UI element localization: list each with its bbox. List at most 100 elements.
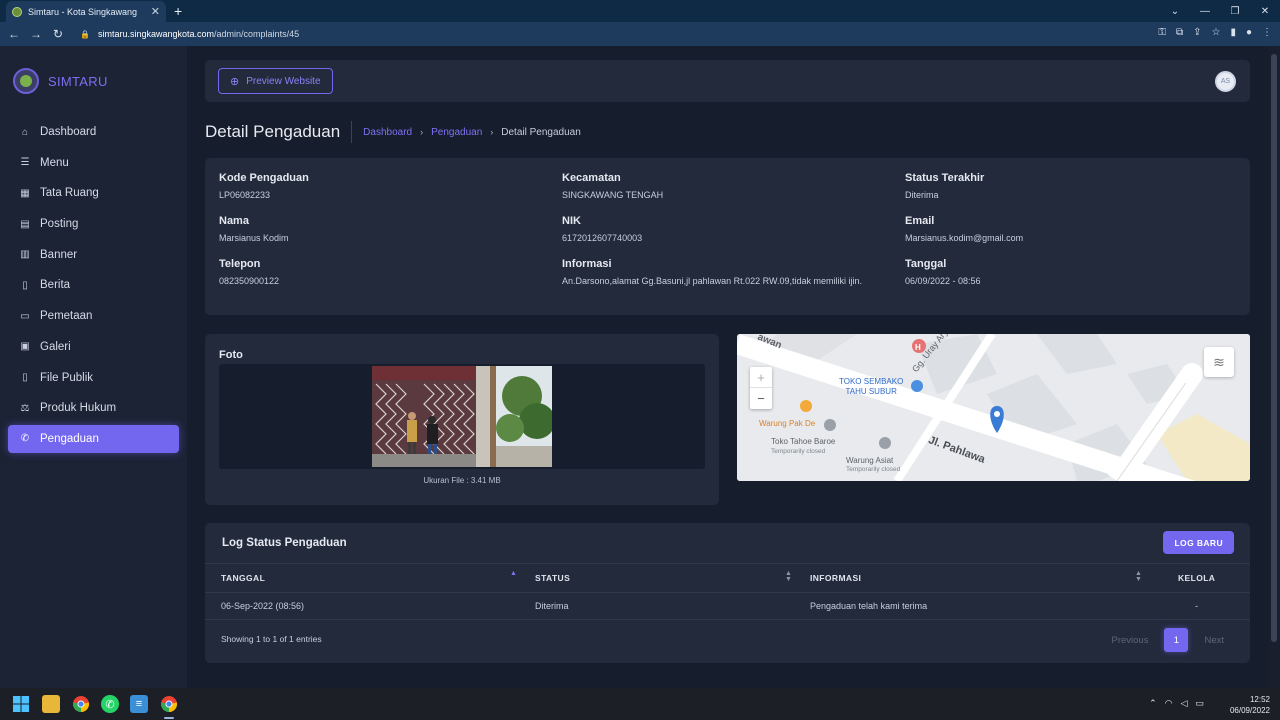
- zoom-in-button[interactable]: +: [750, 367, 772, 388]
- table-info: Showing 1 to 1 of 1 entries: [221, 634, 322, 644]
- page-title: Detail Pengaduan: [205, 121, 353, 143]
- sidebar-item-file-publik[interactable]: ▯ File Publik: [8, 364, 179, 392]
- breadcrumb-pengaduan[interactable]: Pengaduan: [431, 127, 482, 138]
- location-map[interactable]: H awan TOKO SEMBAKO TAHU SUBUR Gg. Uray A…: [737, 334, 1250, 481]
- sidebar-item-menu[interactable]: ☰ Menu: [8, 149, 179, 177]
- battery-icon[interactable]: ▭: [1195, 698, 1204, 709]
- minimize-icon[interactable]: —: [1190, 6, 1220, 17]
- field-value: 6172012607740003: [562, 233, 643, 243]
- sidebar-item-tata-ruang[interactable]: ▦ Tata Ruang: [8, 179, 179, 207]
- sidepanel-icon[interactable]: ▮: [1230, 27, 1236, 38]
- sidebar-item-pemetaan[interactable]: ▭ Pemetaan: [8, 302, 179, 330]
- sort-icon[interactable]: ▲ ▼: [785, 570, 792, 583]
- sidebar-item-posting[interactable]: ▤ Posting: [8, 210, 179, 238]
- lock-icon: 🔒: [80, 29, 90, 39]
- new-tab-icon[interactable]: +: [174, 3, 182, 19]
- tab-close-icon[interactable]: ✕: [151, 5, 160, 18]
- brand-logo-icon: [13, 68, 39, 94]
- back-icon[interactable]: ←: [3, 27, 25, 41]
- browser-tab[interactable]: Simtaru - Kota Singkawang ✕: [6, 1, 166, 22]
- field-value: 06/09/2022 - 08:56: [905, 276, 981, 286]
- sort-asc-icon[interactable]: ▲: [510, 570, 517, 577]
- whatsapp-icon[interactable]: ✆: [101, 695, 119, 713]
- tab-search-icon[interactable]: ⌄: [1160, 6, 1190, 17]
- preview-website-label: Preview Website: [246, 75, 321, 87]
- map-poi-line: Warung Asiat: [846, 456, 894, 465]
- column-tanggal[interactable]: TANGGAL: [221, 573, 265, 583]
- notepad-icon[interactable]: ≡: [130, 695, 148, 713]
- zoom-out-button[interactable]: −: [750, 388, 772, 409]
- field-label: Kecamatan: [562, 172, 621, 184]
- log-title: Log Status Pengaduan: [222, 537, 347, 549]
- share-icon[interactable]: ⇪: [1193, 27, 1201, 38]
- chrome-icon[interactable]: [72, 695, 90, 713]
- page-scrollbar[interactable]: [1268, 46, 1280, 688]
- bookmark-star-icon[interactable]: ☆: [1211, 27, 1220, 38]
- key-icon[interactable]: ⚿: [1158, 27, 1166, 38]
- sidebar-item-dashboard[interactable]: ⌂ Dashboard: [8, 118, 179, 146]
- pagination-page[interactable]: 1: [1164, 628, 1189, 652]
- sidebar-item-berita[interactable]: ▯ Berita: [8, 271, 179, 299]
- sidebar-item-label: Tata Ruang: [40, 187, 99, 200]
- chevron-up-icon[interactable]: ⌃: [1149, 698, 1157, 709]
- avatar[interactable]: AS: [1215, 71, 1236, 92]
- sort-icon[interactable]: ▲ ▼: [1135, 570, 1142, 583]
- pagination-previous[interactable]: Previous: [1101, 635, 1158, 646]
- browser-menu-icon[interactable]: ⋮: [1262, 27, 1272, 38]
- reload-icon[interactable]: ↻: [47, 27, 69, 41]
- address-bar-actions: ⚿ ⧉ ⇪ ☆ ▮ ● ⋮: [1158, 27, 1272, 38]
- building-icon: ▦: [20, 187, 30, 199]
- windows-start-icon[interactable]: [12, 695, 30, 713]
- extension-icon[interactable]: ●: [1246, 27, 1252, 38]
- clipboard-icon: ▤: [20, 218, 30, 230]
- field-nama: Nama Marsianus Kodim: [219, 215, 289, 245]
- complaint-photo[interactable]: [372, 366, 552, 467]
- translate-icon[interactable]: ⧉: [1176, 27, 1183, 38]
- scale-icon: ⚖: [20, 402, 30, 414]
- column-kelola: KELOLA: [1178, 573, 1216, 583]
- sidebar-item-banner[interactable]: ▥ Banner: [8, 241, 179, 269]
- breadcrumb-dashboard[interactable]: Dashboard: [363, 127, 412, 138]
- table-header: TANGGAL ▲ STATUS ▲ ▼ INFORMASI ▲ ▼ KELOLA: [205, 563, 1250, 593]
- wifi-icon[interactable]: ◠: [1165, 698, 1173, 709]
- sidebar-item-label: Banner: [40, 248, 78, 261]
- layers-icon[interactable]: ≋: [1204, 347, 1234, 377]
- sidebar: SIMTARU ⌂ Dashboard ☰ Menu ▦ Tata Ruang ▤ Po…: [0, 46, 187, 688]
- volume-icon[interactable]: ◁: [1181, 698, 1188, 709]
- field-value: Marsianus.kodim@gmail.com: [905, 233, 1024, 243]
- field-kode: Kode Pengaduan LP06082233: [219, 172, 309, 202]
- globe-icon: ⊕: [230, 75, 240, 88]
- sidebar-item-label: Posting: [40, 218, 79, 231]
- sidebar-item-pengaduan[interactable]: ✆ Pengaduan: [8, 424, 179, 453]
- window-close-icon[interactable]: ✕: [1250, 6, 1280, 17]
- clock[interactable]: 12:52 06/09/2022: [1230, 694, 1270, 716]
- sidebar-item-label: Pemetaan: [40, 310, 93, 323]
- restore-icon[interactable]: ❐: [1220, 6, 1250, 17]
- field-label: Kode Pengaduan: [219, 172, 309, 184]
- menu-icon: ☰: [20, 157, 30, 169]
- field-label: Informasi: [562, 258, 612, 270]
- pagination-next[interactable]: Next: [1194, 635, 1234, 646]
- field-status: Status Terakhir Diterima: [905, 172, 984, 202]
- field-value: Marsianus Kodim: [219, 233, 289, 243]
- field-nik: NIK 6172012607740003: [562, 215, 642, 245]
- brand[interactable]: SIMTARU: [13, 68, 108, 94]
- log-baru-button[interactable]: LOG BARU: [1163, 531, 1234, 554]
- chevron-right-icon: ›: [490, 127, 494, 137]
- sidebar-item-produk-hukum[interactable]: ⚖ Produk Hukum: [8, 394, 179, 422]
- url-field[interactable]: 🔒 simtaru.singkawangkota.com/admin/compl…: [80, 26, 299, 42]
- column-status[interactable]: STATUS: [535, 573, 570, 583]
- sidebar-menu: ⌂ Dashboard ☰ Menu ▦ Tata Ruang ▤ Posting ▥ B…: [8, 118, 179, 456]
- forward-icon[interactable]: →: [25, 27, 47, 41]
- column-informasi[interactable]: INFORMASI: [810, 573, 861, 583]
- system-tray: ⌃ ◠ ◁ ▭: [1149, 698, 1204, 709]
- sidebar-item-label: Berita: [40, 279, 71, 292]
- chrome-active-icon[interactable]: [160, 695, 178, 713]
- pagination: Previous 1 Next: [1101, 628, 1234, 652]
- sidebar-item-galeri[interactable]: ▣ Galeri: [8, 333, 179, 361]
- file-explorer-icon[interactable]: [42, 695, 60, 713]
- scrollbar-thumb[interactable]: [1271, 54, 1277, 642]
- preview-website-button[interactable]: ⊕ Preview Website: [218, 68, 333, 94]
- field-informasi: Informasi An.Darsono,alamat Gg.Basuni,jl…: [562, 258, 897, 288]
- home-icon: ⌂: [21, 126, 29, 138]
